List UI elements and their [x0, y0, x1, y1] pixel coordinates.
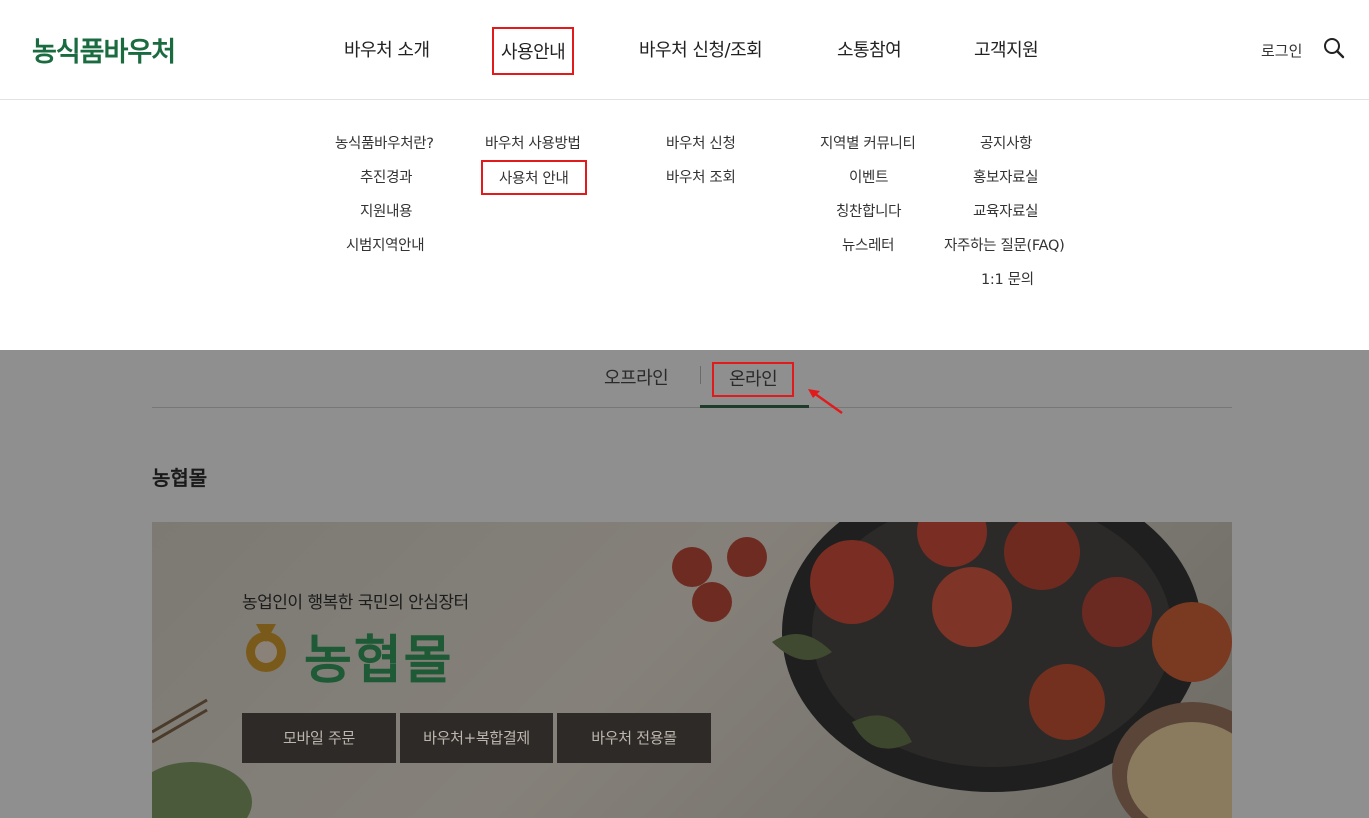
submenu-item[interactable]: 공지사항 [980, 132, 1032, 153]
submenu-item[interactable]: 바우처 조회 [666, 166, 736, 187]
tab-divider [700, 366, 701, 384]
submenu-item[interactable]: 바우처 사용방법 [485, 132, 581, 153]
section-title: 농협몰 [152, 466, 208, 490]
search-icon[interactable] [1322, 36, 1346, 60]
mega-menu: 농식품바우처란? 추진경과 지원내용 시범지역안내 바우처 사용방법 사용처 안… [0, 100, 1369, 350]
nonghyup-emblem-icon [246, 624, 286, 672]
voucher-combined-payment-button[interactable]: 바우처+복합결제 [400, 713, 553, 763]
submenu-item[interactable]: 지역별 커뮤니티 [820, 132, 916, 153]
site-header: 농식품바우처 바우처 소개 사용안내 바우처 신청/조회 소통참여 고객지원 로… [0, 0, 1369, 100]
submenu-item[interactable]: 이벤트 [849, 166, 888, 187]
submenu-item[interactable]: 자주하는 질문(FAQ) [944, 234, 1065, 255]
submenu-item[interactable]: 지원내용 [360, 200, 412, 221]
submenu-item[interactable]: 농식품바우처란? [335, 132, 434, 153]
nav-community[interactable]: 소통참여 [837, 36, 902, 62]
banner-slogan: 농업인이 행복한 국민의 안심장터 [242, 593, 469, 613]
tab-online[interactable]: 온라인 [712, 362, 795, 397]
nav-support[interactable]: 고객지원 [974, 36, 1039, 62]
submenu-usage-place[interactable]: 사용처 안내 [481, 160, 587, 195]
submenu-item[interactable]: 홍보자료실 [973, 166, 1039, 187]
voucher-exclusive-mall-button[interactable]: 바우처 전용몰 [557, 713, 711, 763]
nav-voucher-intro[interactable]: 바우처 소개 [344, 36, 430, 62]
main-nav: 바우처 소개 사용안내 바우처 신청/조회 소통참여 고객지원 [0, 27, 1369, 75]
nav-apply-inquiry[interactable]: 바우처 신청/조회 [639, 36, 763, 62]
pointer-arrow-icon [808, 389, 843, 414]
mobile-order-button[interactable]: 모바일 주문 [242, 713, 396, 763]
nav-usage-guide[interactable]: 사용안내 [492, 27, 575, 75]
tabs-baseline [152, 407, 1232, 408]
submenu-item[interactable]: 바우처 신청 [666, 132, 736, 153]
banner-logo-text: 농협몰 [304, 631, 454, 691]
nonghyup-mall-banner[interactable]: 농업인이 행복한 국민의 안심장터 농협몰 모바일 주문 바우처+복합결제 바우… [152, 522, 1232, 818]
tab-active-indicator [700, 405, 809, 408]
submenu-item[interactable]: 칭찬합니다 [836, 200, 902, 221]
submenu-item[interactable]: 추진경과 [360, 166, 412, 187]
submenu-item[interactable]: 1:1 문의 [981, 268, 1034, 289]
tab-offline[interactable]: 오프라인 [604, 364, 669, 390]
login-link[interactable]: 로그인 [1261, 40, 1302, 61]
submenu-item[interactable]: 교육자료실 [973, 200, 1039, 221]
submenu-item[interactable]: 뉴스레터 [842, 234, 894, 255]
submenu-item[interactable]: 시범지역안내 [346, 234, 425, 255]
